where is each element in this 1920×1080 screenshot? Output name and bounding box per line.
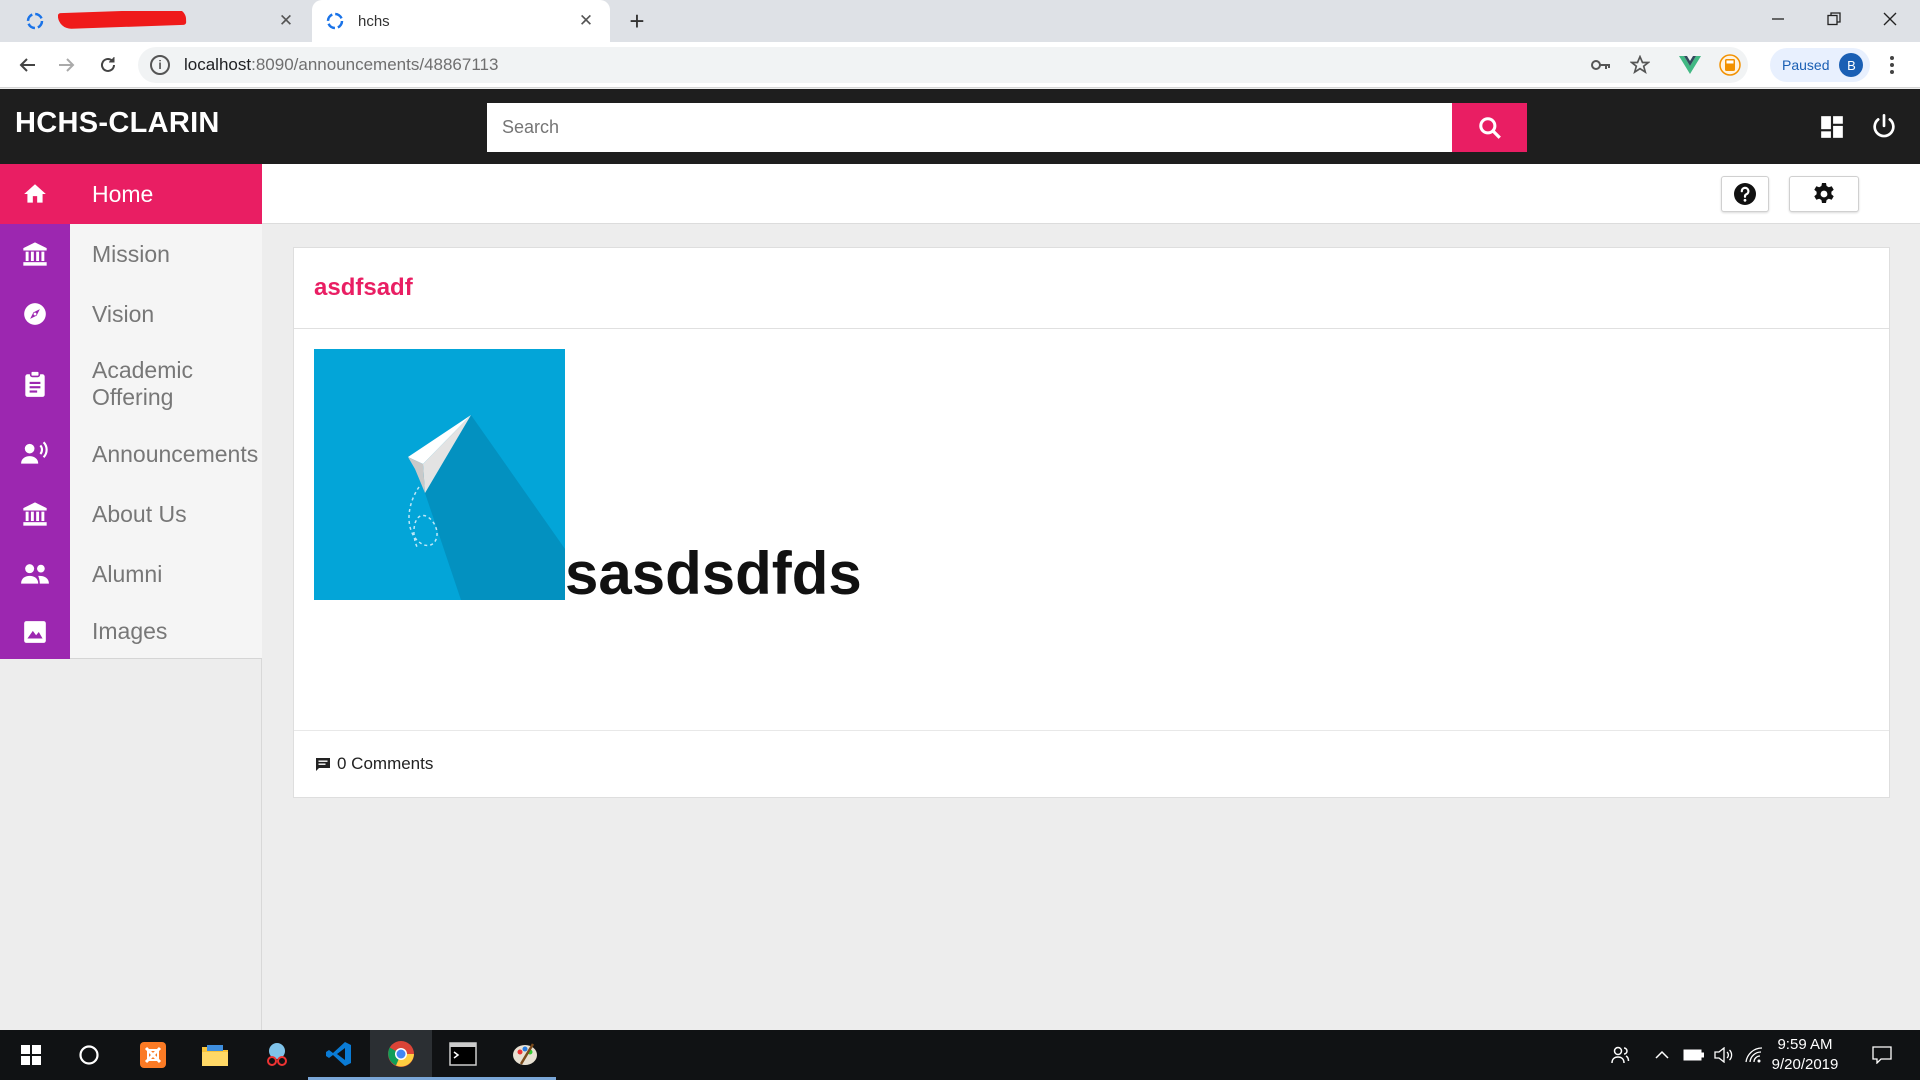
profile-avatar: B [1839, 53, 1864, 77]
gear-icon [1814, 183, 1834, 203]
browser-tab-1[interactable]: ✕ [12, 0, 310, 42]
os-taskbar: 9:59 AM 9/20/2019 [0, 1030, 1920, 1080]
site-info-icon[interactable]: i [150, 55, 170, 75]
minimize-window-icon[interactable] [1750, 0, 1806, 38]
sidebar-item-vision[interactable]: Vision [0, 284, 262, 344]
sidebar-item-images[interactable]: Images [0, 604, 262, 659]
sidebar-item-announcements[interactable]: Announcements [0, 424, 262, 484]
windows-start-icon[interactable] [0, 1030, 62, 1080]
app-header: HCHS-CLARIN [0, 89, 1920, 164]
sidebar-item-label: Home [92, 180, 154, 207]
bookmark-star-icon[interactable] [1624, 50, 1656, 80]
browser-tab-strip: ✕ hchs ✕ + [0, 0, 1920, 42]
redaction-mark [58, 11, 187, 30]
compass-icon [0, 301, 70, 327]
show-hidden-icons-chevron-icon[interactable] [1648, 1030, 1676, 1080]
address-bar[interactable]: i localhost:8090/announcements/48867113 [138, 47, 1748, 83]
sidebar-item-label: Images [92, 618, 168, 644]
power-icon[interactable] [1868, 111, 1900, 143]
image-icon [0, 619, 70, 645]
people-icon[interactable] [1604, 1030, 1636, 1080]
clock-date: 9/20/2019 [1771, 1056, 1839, 1073]
sidebar-item-alumni[interactable]: Alumni [0, 544, 262, 604]
vue-devtools-icon[interactable] [1674, 50, 1706, 80]
announcement-footer: 0 Comments [294, 731, 1889, 797]
vscode-icon[interactable] [308, 1030, 370, 1080]
search-button[interactable] [1452, 103, 1527, 152]
volume-icon[interactable] [1710, 1030, 1738, 1080]
url-text: localhost:8090/announcements/48867113 [184, 55, 499, 74]
sidebar-item-label: Alumni [92, 560, 163, 587]
new-tab-button[interactable]: + [622, 6, 652, 36]
people-icon [0, 562, 70, 586]
sync-status-label: Paused [1782, 57, 1830, 73]
dashboard-icon[interactable] [1816, 111, 1848, 143]
restore-window-icon[interactable] [1806, 0, 1862, 38]
calculator-extension-icon[interactable] [1714, 50, 1746, 80]
clock-time: 9:59 AM [1777, 1036, 1833, 1053]
clipboard-icon [0, 370, 70, 398]
close-tab-icon[interactable]: ✕ [576, 11, 596, 31]
announcement-title: asdfsadf [314, 274, 413, 301]
bank-icon [0, 240, 70, 268]
sidebar-item-label: Vision [92, 300, 155, 327]
site-favicon-icon [26, 12, 44, 30]
announcement-text: sasdsdfds [565, 540, 862, 607]
brand-logo-text[interactable]: HCHS-CLARIN [15, 107, 220, 140]
help-button[interactable] [1721, 176, 1769, 212]
help-icon [1734, 183, 1756, 205]
sidebar-item-label: Mission [92, 240, 170, 267]
comment-icon[interactable] [315, 757, 331, 772]
announcement-card: asdfsadf sasdsdfds 0 Comments [293, 247, 1890, 798]
chrome-icon[interactable] [370, 1030, 432, 1080]
key-icon[interactable] [1586, 50, 1616, 80]
browser-toolbar: i localhost:8090/announcements/48867113 … [0, 42, 1920, 88]
snipping-tool-icon[interactable] [246, 1030, 308, 1080]
close-window-icon[interactable] [1862, 0, 1918, 38]
settings-button[interactable] [1789, 176, 1859, 212]
sidebar-item-label: About Us [92, 500, 187, 527]
announcement-header: asdfsadf [294, 248, 1889, 329]
back-arrow-icon[interactable] [12, 49, 44, 81]
notifications-icon[interactable] [1864, 1030, 1900, 1080]
sidebar-item-label: Announcements [92, 440, 259, 467]
sidebar-item-home[interactable]: Home [0, 164, 262, 224]
terminal-icon[interactable] [432, 1030, 494, 1080]
paint-icon[interactable] [494, 1030, 556, 1080]
home-icon [0, 181, 70, 207]
tab-title-redacted [58, 11, 276, 31]
browser-menu-icon[interactable] [1878, 50, 1906, 80]
sidebar: Home Mission Vision Academic Offering An… [0, 164, 262, 1030]
content-toolbar [262, 164, 1920, 224]
close-tab-icon[interactable]: ✕ [276, 11, 296, 31]
sidebar-item-mission[interactable]: Mission [0, 224, 262, 284]
tab-title: hchs [358, 12, 390, 30]
sidebar-item-about-us[interactable]: About Us [0, 484, 262, 544]
sidebar-item-academic-offering[interactable]: Academic Offering [0, 344, 262, 424]
file-explorer-icon[interactable] [184, 1030, 246, 1080]
xampp-icon[interactable] [122, 1030, 184, 1080]
bank-icon [0, 500, 70, 528]
reload-icon[interactable] [92, 49, 124, 81]
search-input[interactable] [487, 103, 1453, 152]
paper-plane-icon [408, 415, 565, 600]
comments-count-link[interactable]: 0 Comments [337, 754, 433, 774]
announcement-image [314, 349, 565, 600]
system-clock[interactable]: 9:59 AM 9/20/2019 [1760, 1035, 1850, 1075]
announcement-body: sasdsdfds [294, 329, 1889, 731]
speaker-icon [0, 441, 70, 467]
search-icon [1478, 116, 1501, 139]
site-favicon-icon [326, 12, 344, 30]
sidebar-item-label: Academic Offering [92, 357, 193, 410]
forward-arrow-icon[interactable] [50, 49, 82, 81]
cortana-search-icon[interactable] [58, 1030, 120, 1080]
battery-icon[interactable] [1680, 1030, 1708, 1080]
browser-tab-2[interactable]: hchs ✕ [312, 0, 610, 42]
profile-paused-button[interactable]: Paused B [1770, 48, 1870, 82]
